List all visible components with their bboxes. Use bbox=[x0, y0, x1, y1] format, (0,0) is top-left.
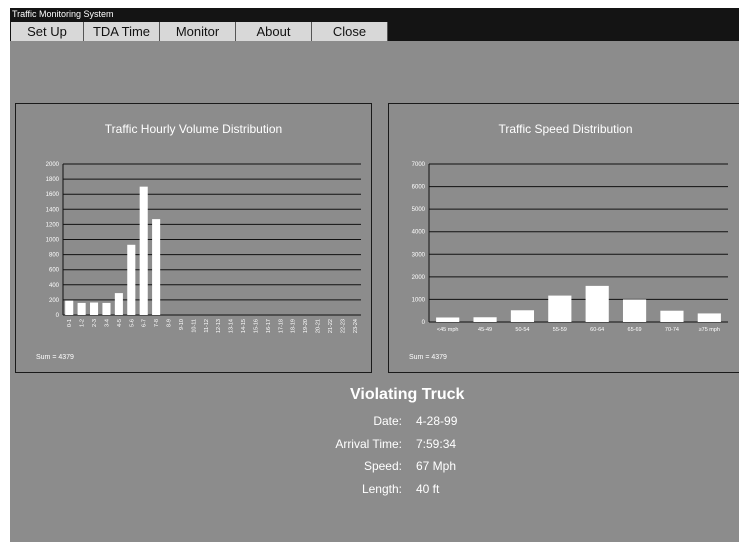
x-tick-label: 7-8 bbox=[154, 319, 160, 327]
volume-chart-title: Traffic Hourly Volume Distribution bbox=[104, 122, 283, 136]
y-tick-label: 0 bbox=[56, 313, 60, 319]
bar bbox=[622, 299, 647, 322]
y-tick-label: 1000 bbox=[46, 238, 60, 244]
x-tick-label: 65-69 bbox=[628, 327, 642, 333]
x-tick-label: 6-7 bbox=[142, 319, 148, 327]
x-tick-label: 4-5 bbox=[117, 319, 123, 327]
truck-field-row: Date: 4-28-99 bbox=[10, 414, 739, 430]
speed-chart-title: Traffic Speed Distribution bbox=[498, 122, 633, 136]
y-tick-label: 5000 bbox=[412, 207, 426, 213]
window-title: Traffic Monitoring System bbox=[10, 8, 739, 21]
truck-field-row: Length: 40 ft bbox=[10, 482, 739, 498]
y-tick-label: 0 bbox=[422, 320, 426, 326]
y-tick-label: 6000 bbox=[412, 185, 426, 191]
x-tick-label: 0-1 bbox=[67, 319, 73, 327]
close-button[interactable]: Close bbox=[312, 22, 388, 41]
y-tick-label: 200 bbox=[49, 298, 60, 304]
x-tick-label: 15-16 bbox=[253, 319, 259, 333]
tda-time-button[interactable]: TDA Time bbox=[84, 22, 160, 41]
truck-field-row: Arrival Time: 7:59:34 bbox=[10, 437, 739, 453]
x-tick-label: 50-54 bbox=[515, 327, 529, 333]
bar bbox=[65, 300, 74, 315]
arrival-time-label: Arrival Time: bbox=[335, 437, 402, 451]
bar bbox=[77, 302, 86, 315]
x-tick-label: 55-59 bbox=[553, 327, 567, 333]
speed-distribution-panel: Traffic Speed Distribution 0 1000 2000 3000… bbox=[388, 103, 739, 373]
x-tick-label: 23-24 bbox=[353, 319, 359, 333]
about-button[interactable]: About bbox=[236, 22, 312, 41]
x-tick-label: 2-3 bbox=[92, 319, 98, 327]
x-tick-label: 17-18 bbox=[278, 319, 284, 333]
truck-field-row: Speed: 67 Mph bbox=[10, 459, 739, 475]
y-tick-label: 2000 bbox=[46, 162, 60, 168]
bar bbox=[436, 317, 460, 322]
volume-sum: Sum = 4379 bbox=[36, 354, 74, 361]
y-tick-label: 600 bbox=[49, 268, 60, 274]
date-label: Date: bbox=[373, 414, 402, 428]
bar bbox=[90, 302, 99, 315]
y-tick-label: 2000 bbox=[412, 275, 426, 281]
x-tick-label: 20-21 bbox=[316, 319, 322, 333]
x-tick-label: 19-20 bbox=[303, 319, 309, 333]
volume-chart: 0 200 400 600 800 1000 1200 1400 1600 1800 2000 0-1… bbox=[46, 162, 361, 333]
x-tick-label: 10-11 bbox=[191, 319, 197, 333]
x-tick-label: 70-74 bbox=[665, 327, 679, 333]
y-tick-label: 7000 bbox=[412, 162, 426, 168]
y-tick-label: 1600 bbox=[46, 192, 60, 198]
length-value: 40 ft bbox=[416, 482, 440, 496]
violating-truck-title: Violating Truck bbox=[350, 386, 465, 403]
x-tick-label: 5-6 bbox=[129, 319, 135, 327]
x-tick-label: 12-13 bbox=[216, 319, 222, 333]
volume-distribution-panel: Traffic Hourly Volume Distribution 0 200 4… bbox=[15, 103, 372, 373]
y-tick-label: 1000 bbox=[412, 297, 426, 303]
main-window: Traffic Monitoring System Set Up TDA Tim… bbox=[10, 8, 739, 542]
bar bbox=[510, 310, 535, 322]
y-tick-label: 400 bbox=[49, 283, 60, 289]
monitor-button[interactable]: Monitor bbox=[160, 22, 236, 41]
speed-label: Speed: bbox=[363, 459, 402, 473]
bar bbox=[697, 313, 721, 322]
x-tick-label: 1-2 bbox=[80, 319, 86, 327]
y-tick-label: 4000 bbox=[412, 230, 426, 236]
bar bbox=[473, 317, 497, 322]
length-label: Length: bbox=[361, 482, 402, 496]
speed-chart: 0 1000 2000 3000 4000 5000 6000 7000 <45 mph 45-4… bbox=[412, 162, 728, 333]
speed-sum: Sum = 4379 bbox=[409, 354, 447, 361]
x-tick-label: 60-64 bbox=[590, 327, 604, 333]
y-tick-label: 3000 bbox=[412, 252, 426, 258]
bar bbox=[127, 244, 136, 315]
bar bbox=[114, 293, 123, 315]
x-tick-label: <45 mph bbox=[437, 327, 459, 333]
x-tick-label: 11-12 bbox=[204, 319, 210, 333]
x-tick-label: 22-23 bbox=[340, 319, 346, 333]
x-tick-label: 18-19 bbox=[291, 319, 297, 333]
bar bbox=[585, 285, 609, 322]
x-tick-label: 13-14 bbox=[229, 319, 235, 333]
menu-bar: Set Up TDA Time Monitor About Close bbox=[10, 21, 739, 41]
y-tick-label: 1200 bbox=[46, 222, 60, 228]
x-tick-label: 16-17 bbox=[266, 319, 272, 333]
date-value: 4-28-99 bbox=[416, 414, 458, 428]
arrival-time-value: 7:59:34 bbox=[416, 437, 457, 451]
y-tick-label: 1400 bbox=[46, 207, 60, 213]
bar bbox=[548, 295, 572, 322]
speed-value: 67 Mph bbox=[416, 459, 457, 473]
x-tick-label: 8-9 bbox=[167, 319, 173, 327]
x-tick-label: ≥75 mph bbox=[699, 327, 720, 333]
setup-button[interactable]: Set Up bbox=[11, 22, 84, 41]
bar bbox=[102, 302, 111, 315]
bar bbox=[152, 219, 161, 315]
bar bbox=[139, 186, 148, 315]
y-tick-label: 800 bbox=[49, 253, 60, 259]
bar bbox=[660, 310, 684, 322]
x-tick-label: 3-4 bbox=[104, 319, 110, 327]
x-tick-label: 14-15 bbox=[241, 319, 247, 333]
x-tick-label: 21-22 bbox=[328, 319, 334, 333]
x-tick-label: 9-10 bbox=[179, 319, 185, 330]
x-tick-label: 45-49 bbox=[478, 327, 492, 333]
y-tick-label: 1800 bbox=[46, 177, 60, 183]
